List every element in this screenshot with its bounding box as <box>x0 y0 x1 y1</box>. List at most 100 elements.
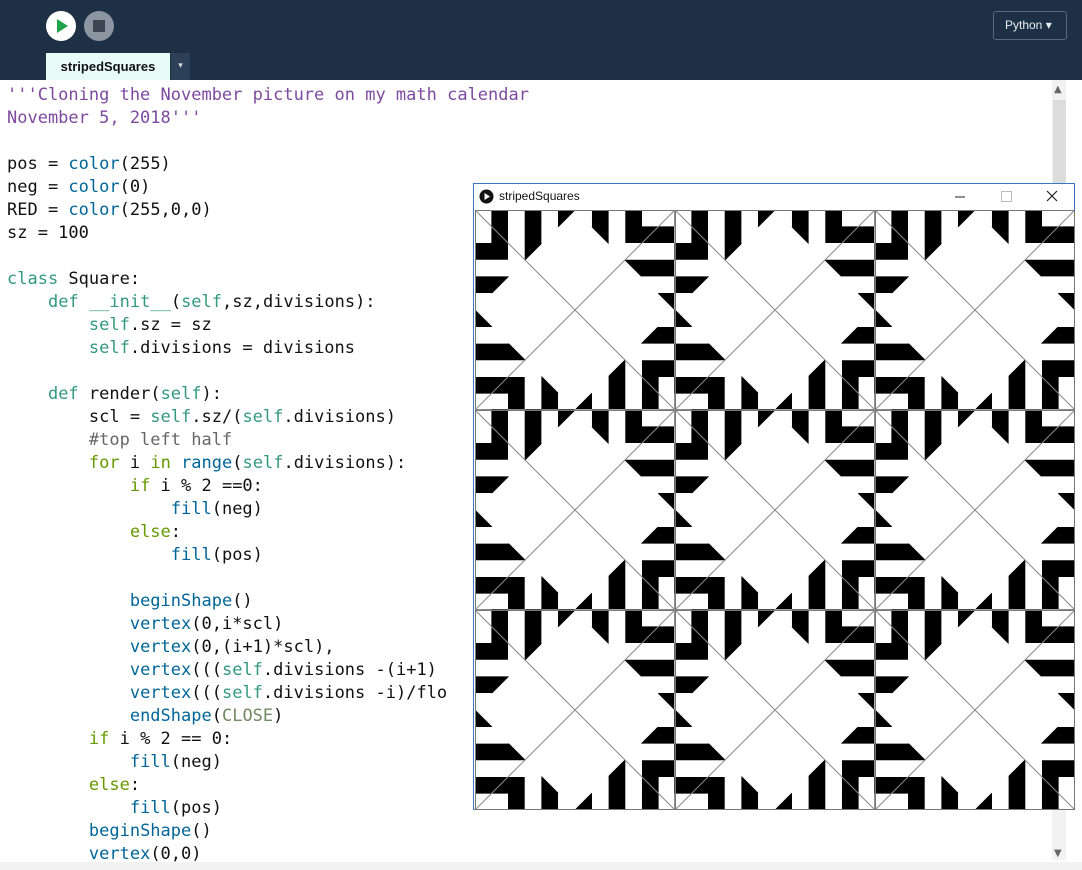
stripe-shape <box>558 392 576 411</box>
code-token: if <box>88 729 110 749</box>
scroll-down-icon[interactable]: ▼ <box>1054 848 1062 859</box>
code-token: vertex <box>88 844 151 864</box>
maximize-button[interactable] <box>983 184 1029 209</box>
code-token: pos = <box>7 154 69 174</box>
stripe-shape <box>808 409 826 461</box>
stripe-shape <box>874 726 910 744</box>
code-token: (255,0,0) <box>119 200 212 220</box>
stripe-shape <box>791 775 809 810</box>
stripe-shape <box>874 509 893 527</box>
stripe-shape <box>1057 509 1075 527</box>
code-token: color <box>68 200 120 220</box>
stripe-shape <box>524 210 542 261</box>
stripe-shape <box>558 792 576 810</box>
stripe-shape <box>874 309 893 327</box>
stripe-shape <box>741 775 759 810</box>
code-token: ): <box>201 384 222 404</box>
stripe-shape <box>657 693 676 711</box>
stripe-shape <box>541 609 559 645</box>
stripe-shape <box>674 509 693 527</box>
stripe-shape <box>624 543 676 561</box>
sketch-window-titlebar[interactable]: stripedSquares <box>474 184 1074 209</box>
close-button[interactable] <box>1029 184 1075 209</box>
stripe-shape <box>524 559 542 611</box>
code-token: vertex <box>129 683 192 703</box>
stripe-shape <box>840 276 876 294</box>
code-token: fill <box>129 798 171 818</box>
stripe-shape <box>1040 676 1075 694</box>
code-token: range <box>181 453 233 473</box>
stripe-shape <box>874 343 926 361</box>
stripe-shape <box>857 693 876 711</box>
code-token: i <box>119 453 151 473</box>
stripe-shape <box>874 476 910 494</box>
stripe-shape <box>475 676 510 694</box>
stripe-shape <box>774 409 792 428</box>
stripe-shape <box>475 459 526 477</box>
stripe-shape <box>475 476 510 494</box>
stripe-shape <box>475 493 493 511</box>
stripe-shape <box>808 559 826 611</box>
code-token: ((( <box>191 660 222 680</box>
stripe-shape <box>674 343 726 361</box>
stripe-shape <box>1024 543 1075 561</box>
stripe-shape <box>924 609 942 661</box>
code-text[interactable]: '''Cloning the November picture on my ma… <box>7 84 529 866</box>
stripe-shape <box>1040 526 1075 544</box>
sketch-window[interactable]: stripedSquares <box>473 183 1075 810</box>
stripe-shape <box>924 409 942 461</box>
stripe-shape <box>558 409 576 428</box>
code-token: .divisions = divisions <box>129 338 356 358</box>
stripe-shape <box>674 276 710 294</box>
stripe-shape <box>640 276 676 294</box>
stripe-shape <box>1040 326 1075 344</box>
stripe-shape <box>958 792 976 810</box>
horizontal-scrollbar[interactable] <box>0 862 1082 870</box>
stop-button[interactable] <box>83 10 115 42</box>
stripe-shape <box>824 743 876 761</box>
stripe-shape <box>758 792 776 810</box>
code-token: render( <box>78 384 161 404</box>
stripe-shape <box>857 293 876 311</box>
stripe-shape <box>824 459 876 477</box>
scroll-up-icon[interactable]: ▲ <box>1054 84 1062 95</box>
stripe-shape <box>991 775 1009 810</box>
stripe-shape <box>1008 210 1026 261</box>
stripe-shape <box>475 259 526 277</box>
stripe-shape <box>608 609 626 661</box>
tab-stripedsquares[interactable]: stripedSquares <box>46 53 170 80</box>
stripe-shape <box>874 709 893 727</box>
mode-selector[interactable]: Python ▾ <box>993 11 1067 40</box>
code-token: fill <box>170 499 212 519</box>
minimize-button[interactable] <box>937 184 983 209</box>
stripe-shape <box>1024 259 1075 277</box>
stop-icon <box>84 11 114 41</box>
stripe-shape <box>1024 743 1075 761</box>
stripe-shape <box>475 726 510 744</box>
stripe-shape <box>991 210 1009 245</box>
sketch-canvas[interactable] <box>475 210 1075 810</box>
stripe-shape <box>874 326 910 344</box>
run-button[interactable] <box>45 10 77 42</box>
stripe-shape <box>840 476 876 494</box>
stripe-shape <box>958 392 976 411</box>
close-icon <box>1046 190 1058 202</box>
code-token: .divisions): <box>283 453 407 473</box>
stripe-shape <box>874 293 893 311</box>
stripe-shape <box>808 609 826 661</box>
stripe-shape <box>874 276 910 294</box>
stripe-shape <box>475 293 493 311</box>
stripe-shape <box>857 493 876 511</box>
play-icon <box>46 11 76 41</box>
stripe-shape <box>758 592 776 611</box>
code-token: (0,i*scl) <box>191 614 284 634</box>
tab-menu-button[interactable]: ▾ <box>171 53 190 80</box>
stripe-shape <box>791 375 809 411</box>
code-token: endShape <box>129 706 212 726</box>
stripe-shape <box>1057 709 1075 727</box>
stripe-shape <box>741 609 759 645</box>
stripe-shape <box>674 743 726 761</box>
